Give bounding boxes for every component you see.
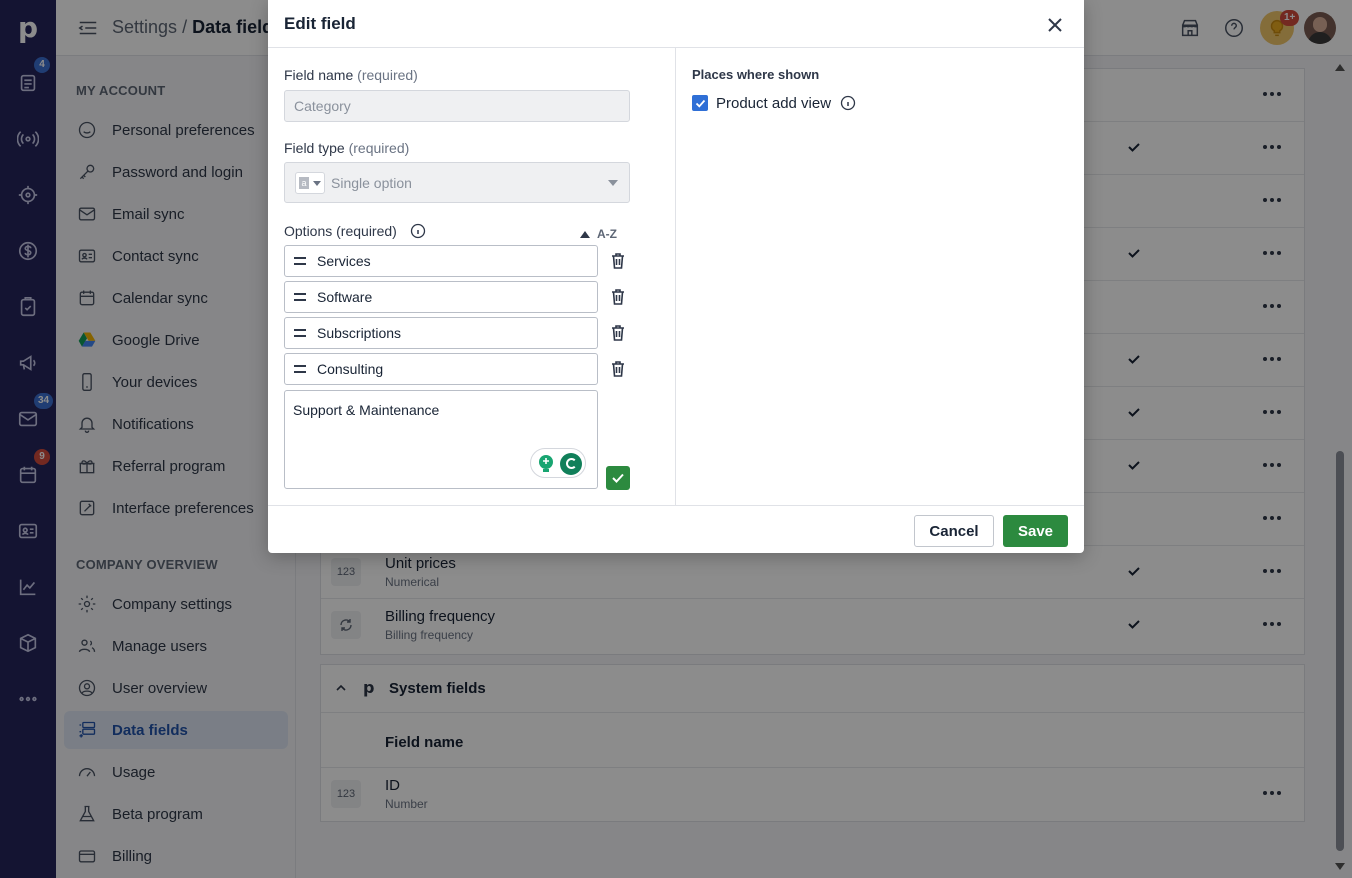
modal-title: Edit field: [284, 14, 356, 33]
label-text: Field name: [284, 67, 354, 83]
grammar-assistant-icon: [560, 453, 582, 475]
option-row[interactable]: Consulting: [284, 353, 598, 385]
option-row[interactable]: Software: [284, 281, 598, 313]
close-button[interactable]: [1044, 14, 1066, 36]
field-name-label: Field name (required): [284, 67, 418, 83]
option-row[interactable]: Services: [284, 245, 598, 277]
info-icon[interactable]: [840, 95, 856, 111]
field-name-input: Category: [284, 90, 630, 122]
lightbulb-icon: [539, 455, 553, 472]
product-add-view-label[interactable]: Product add view: [716, 95, 831, 112]
option-text[interactable]: Software: [317, 289, 372, 305]
sort-label: A-Z: [597, 227, 617, 241]
places-panel: Places where shown Product add view: [676, 48, 1084, 505]
single-option-type-icon: a: [295, 172, 325, 194]
field-type-select: a Single option: [284, 162, 630, 203]
cancel-button[interactable]: Cancel: [914, 515, 994, 547]
edit-field-modal: Edit field Field name (required) Categor…: [268, 0, 1084, 553]
places-heading: Places where shown: [692, 67, 820, 82]
drag-handle-icon[interactable]: [294, 365, 306, 373]
option-text[interactable]: Services: [317, 253, 371, 269]
field-type-label: Field type (required): [284, 140, 409, 156]
chevron-down-icon: [608, 180, 618, 186]
modal-header: Edit field: [268, 0, 1084, 48]
new-option-text: Support & Maintenance: [293, 402, 440, 418]
modal-footer: Cancel Save: [268, 505, 1084, 553]
writing-assistant-widget[interactable]: [530, 448, 586, 478]
label-text: Options (required): [284, 223, 397, 239]
option-text[interactable]: Subscriptions: [317, 325, 401, 341]
product-add-view-checkbox[interactable]: [692, 95, 708, 111]
option-row[interactable]: Subscriptions: [284, 317, 598, 349]
new-option-textarea[interactable]: Support & Maintenance: [284, 390, 598, 489]
field-type-value: Single option: [331, 175, 412, 191]
drag-handle-icon[interactable]: [294, 329, 306, 337]
sort-up-icon: [580, 230, 590, 238]
sort-az-button[interactable]: A-Z: [580, 226, 617, 242]
save-button[interactable]: Save: [1003, 515, 1068, 547]
trash-icon[interactable]: [610, 360, 626, 378]
option-text[interactable]: Consulting: [317, 361, 383, 377]
options-label: Options (required): [284, 223, 397, 239]
confirm-option-button[interactable]: [606, 466, 630, 490]
modal-form: Field name (required) Category Field typ…: [268, 48, 676, 505]
info-icon[interactable]: [410, 223, 426, 239]
drag-handle-icon[interactable]: [294, 293, 306, 301]
required-hint: (required): [348, 140, 410, 156]
trash-icon[interactable]: [610, 288, 626, 306]
trash-icon[interactable]: [610, 324, 626, 342]
required-hint: (required): [357, 67, 418, 83]
label-text: Field type: [284, 140, 345, 156]
drag-handle-icon[interactable]: [294, 257, 306, 265]
close-icon: [1048, 18, 1062, 32]
trash-icon[interactable]: [610, 252, 626, 270]
check-icon: [612, 473, 624, 483]
check-icon: [695, 99, 705, 108]
